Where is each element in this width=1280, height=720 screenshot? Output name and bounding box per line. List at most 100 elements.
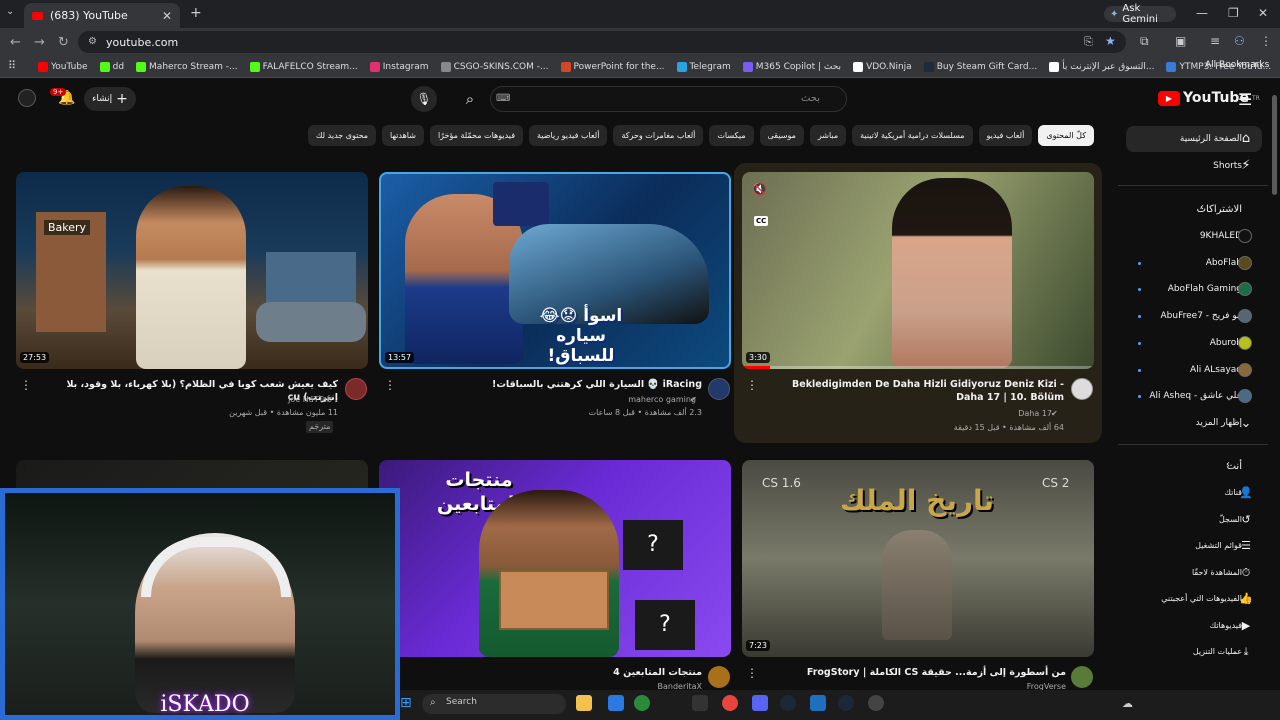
bookmark-item[interactable]: Buy Steam Gift Card... — [923, 61, 1037, 72]
apps-icon[interactable]: ⠿ — [8, 59, 16, 72]
channel-avatar[interactable] — [1071, 378, 1093, 400]
bookmark-item[interactable]: M365 Copilot | بحث — [742, 61, 841, 72]
filter-chip[interactable]: ألعاب فيديو رياضية — [529, 125, 608, 146]
video-channel[interactable]: Joe HaTTab — [36, 394, 332, 406]
voice-search-button[interactable]: 🎙 — [411, 86, 437, 112]
filter-chip[interactable]: موسيقى — [759, 125, 804, 146]
filter-chip[interactable]: كلّ المحتوى — [1038, 125, 1094, 146]
cloud-icon[interactable]: ☁ — [1122, 697, 1133, 710]
sidebar-subscription[interactable]: AboFlah Gaming — [1168, 284, 1242, 294]
sidebar-you-item[interactable]: الفيديوهات التي أعجبتني — [1161, 594, 1242, 603]
search-button[interactable]: ⌕ — [450, 86, 490, 112]
windows-start-icon[interactable]: ⊞ — [400, 695, 412, 711]
bookmark-item[interactable]: FALAFELCO Stream... — [249, 61, 358, 72]
search-input[interactable]: بحث — [490, 86, 847, 112]
bookmark-item[interactable]: dd — [99, 61, 124, 72]
sidebar-shorts[interactable]: Shorts — [1213, 161, 1242, 171]
video-thumbnail[interactable]: 🔇 CC 3:30 — [742, 172, 1094, 369]
bookmark-item[interactable]: PowerPoint for the... — [560, 61, 665, 72]
tab-youtube[interactable]: (683) YouTube ✕ — [24, 3, 180, 28]
app-icon[interactable] — [810, 695, 826, 711]
video-channel[interactable]: Daha 17 — [764, 408, 1052, 420]
closed-captions-button[interactable]: CC — [754, 216, 769, 226]
taskbar-search[interactable]: Search — [422, 694, 566, 714]
video-title[interactable]: Bekledigimden De Daha Hizli Gidiyoruz De… — [764, 378, 1064, 404]
bookmark-item[interactable]: Maherco Stream -... — [136, 61, 238, 72]
bookmark-item[interactable]: التسوق عبر الإنترنت بأ... — [1049, 61, 1154, 72]
site-info-icon[interactable]: ⚙ — [88, 36, 97, 47]
filter-chip[interactable]: شاهدتها — [382, 125, 424, 146]
filter-chip[interactable]: فيديوهات محمّلة مؤخرًا — [429, 125, 524, 146]
sidebar-home[interactable]: الصفحة الرئيسية — [1180, 134, 1242, 144]
browser-menu-icon[interactable]: ⋮ — [1260, 34, 1272, 48]
app-icon[interactable] — [868, 695, 884, 711]
video-title[interactable]: من أسطورة إلى أزمة... حقيقة CS الكاملة |… — [764, 666, 1066, 679]
app-icon[interactable] — [692, 695, 708, 711]
media-icon[interactable]: ≡ — [1210, 34, 1220, 48]
sidebar-you-item[interactable]: عمليات التنزيل — [1193, 647, 1242, 656]
profile-icon[interactable]: ⚇ — [1234, 34, 1245, 48]
steam-icon-2[interactable] — [838, 695, 854, 711]
file-explorer-icon[interactable] — [576, 695, 592, 711]
filter-chip[interactable]: ميكسات — [709, 125, 754, 146]
chrome-icon[interactable] — [722, 695, 738, 711]
channel-avatar[interactable] — [708, 378, 730, 400]
sidebar-subscription[interactable]: Ali ALsayad — [1190, 365, 1242, 375]
bookmark-item[interactable]: VDO.Ninja — [853, 61, 912, 72]
more-actions-icon[interactable]: ⋮ — [20, 378, 32, 392]
steam-icon[interactable] — [780, 695, 796, 711]
sidebar-icon[interactable]: ▣ — [1175, 34, 1186, 48]
playback-progress-bar[interactable] — [742, 366, 1094, 369]
filter-chip[interactable]: مسلسلات درامية أمريكية لاتينية — [852, 125, 973, 146]
keyboard-icon[interactable]: ⌨ — [496, 93, 510, 104]
channel-avatar[interactable] — [1071, 666, 1093, 688]
store-icon[interactable] — [608, 695, 624, 711]
url-bar[interactable]: youtube.com — [78, 31, 1126, 53]
reload-icon[interactable]: ↻ — [58, 35, 69, 50]
youtube-logo[interactable]: ▶ YouTube TR — [1158, 90, 1260, 106]
more-actions-icon[interactable]: ⋮ — [746, 666, 758, 680]
filter-chip[interactable]: مباشر — [809, 125, 847, 146]
video-title[interactable]: iRacing 💀 السيارة اللي كرهتني بالسباقات! — [400, 378, 702, 391]
video-thumbnail[interactable]: Bakery 27:53 — [16, 172, 368, 369]
bookmark-item[interactable]: Instagram — [369, 61, 429, 72]
account-avatar[interactable] — [18, 89, 36, 107]
install-app-icon[interactable]: ⎘ — [1084, 35, 1093, 49]
channel-avatar[interactable] — [345, 378, 367, 400]
minimize-icon[interactable]: — — [1196, 6, 1208, 20]
close-window-icon[interactable]: ✕ — [1258, 6, 1268, 20]
sidebar-subscription[interactable]: 9KHALED — [1200, 231, 1242, 241]
bookmark-item[interactable]: CSGO-SKINS.COM -... — [440, 61, 549, 72]
channel-avatar[interactable] — [708, 666, 730, 688]
close-tab-icon[interactable]: ✕ — [162, 9, 172, 23]
xbox-icon[interactable] — [634, 695, 650, 711]
video-channel[interactable]: maherco gaming — [400, 394, 696, 406]
sidebar-you-item[interactable]: المشاهدة لاحقًا — [1192, 568, 1242, 577]
sidebar-show-more[interactable]: إظهار المزيد — [1196, 418, 1242, 428]
all-bookmarks-button[interactable]: All Bookmarks — [1205, 60, 1269, 70]
video-title[interactable]: منتجات المتابعين 4 — [400, 666, 702, 679]
sidebar-subscription[interactable]: AboFlah — [1206, 258, 1242, 268]
filter-chip[interactable]: محتوى جديد لك — [307, 125, 377, 146]
tab-search-icon[interactable]: ⌄ — [6, 6, 14, 17]
ask-gemini-button[interactable]: ✦ Ask Gemini — [1104, 3, 1176, 25]
more-actions-icon[interactable]: ⋮ — [746, 378, 758, 392]
mute-icon[interactable]: 🔇 — [752, 182, 767, 196]
bookmark-star-icon[interactable]: ★ — [1105, 34, 1116, 48]
page-scrollbar[interactable] — [1272, 95, 1277, 195]
back-icon[interactable]: ← — [10, 35, 21, 50]
sidebar-subscription[interactable]: Ali Asheq - علي عاشق — [1149, 391, 1242, 401]
sidebar-you-item[interactable]: قوائم التشغيل — [1195, 541, 1242, 550]
more-actions-icon[interactable]: ⋮ — [384, 378, 396, 392]
filter-chip[interactable]: ألعاب مغامرات وحركة — [613, 125, 704, 146]
bookmark-item[interactable]: YouTube — [38, 61, 88, 72]
new-tab-button[interactable]: + — [190, 5, 202, 21]
sidebar-subscription[interactable]: AbuFree7 - ابو فريح — [1161, 311, 1242, 321]
create-button[interactable]: إنشاء + — [84, 87, 136, 111]
maximize-icon[interactable]: ❐ — [1228, 6, 1239, 20]
discord-icon[interactable] — [752, 695, 768, 711]
video-thumbnail[interactable]: تاريخ الملك CS 1.6 CS 2 7:23 — [742, 460, 1094, 657]
video-thumbnail[interactable]: اسوأ 😟😂 سياره للسباق! 13:57 — [379, 172, 731, 369]
bookmark-item[interactable]: Telegram — [676, 61, 731, 72]
extensions-icon[interactable]: ⧉ — [1140, 34, 1149, 49]
